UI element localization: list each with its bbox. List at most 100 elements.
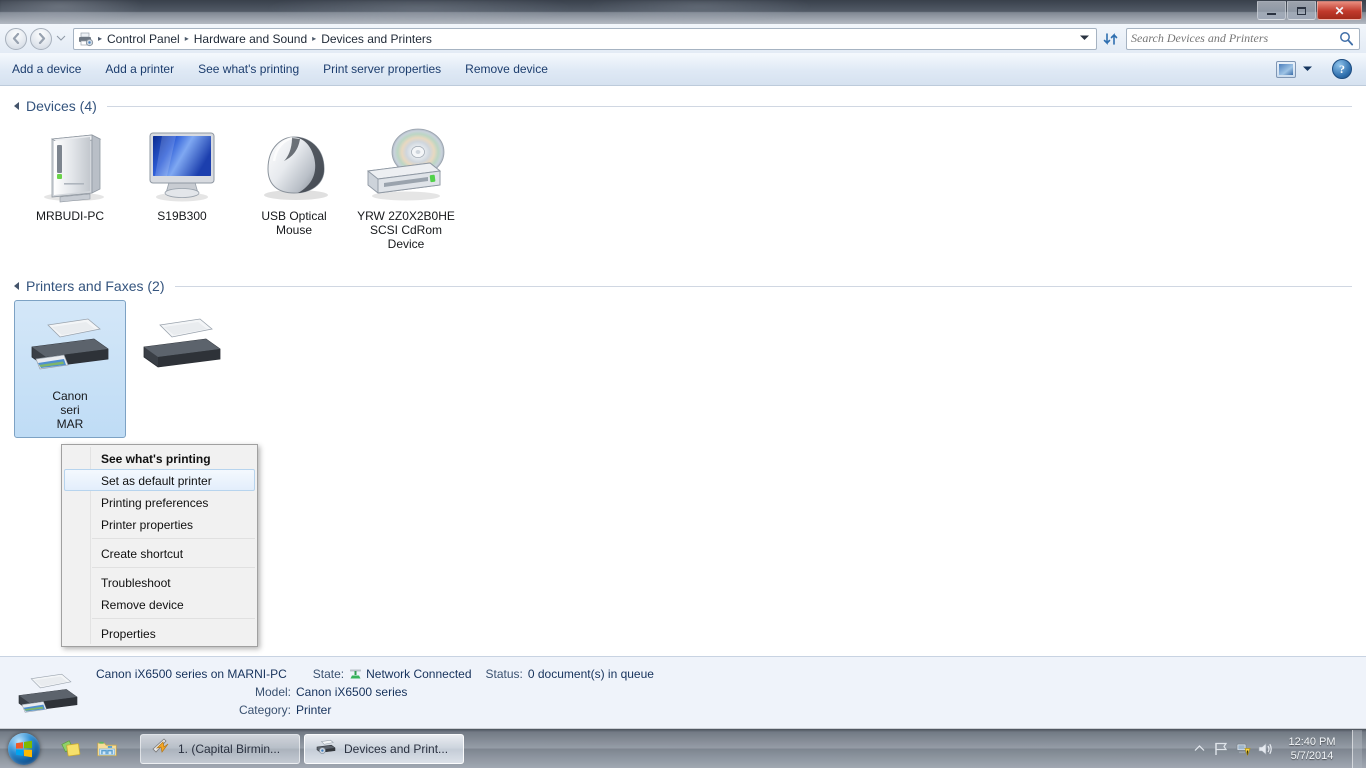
quick-launch (48, 738, 118, 760)
taskbar-task-winamp[interactable]: 1. (Capital Birmin... (140, 733, 300, 764)
context-menu-item-printing-preferences[interactable]: Printing preferences (64, 491, 255, 513)
context-menu-separator (92, 538, 255, 539)
refresh-button[interactable] (1100, 28, 1122, 50)
clock[interactable]: 12:40 PM 5/7/2014 (1276, 735, 1348, 763)
navigation-bar: ▸ Control Panel ▸ Hardware and Sound ▸ D… (0, 24, 1366, 53)
show-desktop-button[interactable] (1352, 729, 1362, 768)
show-hidden-icons-button[interactable] (1188, 744, 1210, 754)
breadcrumb-devices-and-printers[interactable]: Devices and Printers (318, 31, 435, 47)
see-whats-printing-button[interactable]: See what's printing (186, 57, 311, 81)
device-label: S19B300 (157, 209, 207, 223)
details-line-model: Model: Canon iX6500 series (96, 683, 654, 701)
breadcrumb-hardware-and-sound[interactable]: Hardware and Sound (191, 31, 310, 47)
address-bar-actions (1074, 34, 1094, 43)
context-menu-item-remove-device[interactable]: Remove device (64, 593, 255, 615)
printer-label-line-2: seri (60, 403, 80, 417)
chevron-down-icon (1302, 66, 1312, 71)
back-button[interactable] (5, 27, 27, 50)
close-icon: ✕ (1334, 3, 1345, 18)
view-options-button[interactable] (1298, 64, 1316, 74)
breadcrumb-control-panel[interactable]: Control Panel (104, 31, 183, 47)
collapse-triangle-icon[interactable] (14, 102, 19, 110)
winamp-icon (151, 737, 171, 760)
add-a-device-button[interactable]: Add a device (0, 57, 93, 81)
printer-label: Canon seri MAR (52, 389, 87, 431)
details-status-value: 0 document(s) in queue (527, 667, 654, 681)
details-model-value: Canon iX6500 series (296, 685, 408, 699)
details-category-key: Category: (238, 703, 291, 717)
context-menu-item-printer-properties[interactable]: Printer properties (64, 513, 255, 535)
details-pane: Canon iX6500 series on MARNI-PC State: N… (0, 656, 1366, 728)
refresh-icon (1103, 32, 1118, 45)
printers-group-title: Printers and Faxes (2) (26, 278, 165, 294)
device-tile-mrbudi-pc[interactable]: MRBUDI-PC (14, 120, 126, 258)
context-menu-item-set-as-default-printer[interactable]: Set as default printer (64, 469, 255, 491)
context-menu-item-create-shortcut[interactable]: Create shortcut (64, 542, 255, 564)
remove-device-button[interactable]: Remove device (453, 57, 560, 81)
address-bar[interactable]: ▸ Control Panel ▸ Hardware and Sound ▸ D… (73, 27, 1097, 50)
forward-button[interactable] (30, 27, 52, 50)
minimize-icon (1267, 12, 1276, 15)
search-input[interactable] (1131, 31, 1339, 46)
devices-and-printers-window: ✕ ▸ Control Panel ▸ Hardware and Sound ▸… (0, 0, 1366, 728)
command-bar: Add a device Add a printer See what's pr… (0, 53, 1366, 86)
network-connected-icon (344, 668, 366, 680)
device-tile-usb-optical-mouse[interactable]: USB Optical Mouse (238, 120, 350, 258)
chevron-down-icon (56, 35, 66, 41)
network-warning-icon[interactable] (1232, 738, 1254, 760)
window-title-bar: ✕ (0, 0, 1366, 24)
context-menu-item-troubleshoot[interactable]: Troubleshoot (64, 571, 255, 593)
device-tile-s19b300[interactable]: S19B300 (126, 120, 238, 258)
windows-explorer-icon[interactable] (96, 738, 118, 760)
printer-icon (315, 738, 337, 759)
details-info: Canon iX6500 series on MARNI-PC State: N… (96, 657, 654, 719)
action-center-flag-icon[interactable] (1210, 738, 1232, 760)
details-line-state: Canon iX6500 series on MARNI-PC State: N… (96, 665, 654, 683)
maximize-button[interactable] (1287, 1, 1316, 20)
print-server-properties-button[interactable]: Print server properties (311, 57, 453, 81)
chevron-down-icon (1079, 35, 1089, 40)
context-menu-item-properties[interactable]: Properties (64, 622, 255, 644)
details-state-key: State: (312, 667, 345, 681)
context-menu-item-see-whats-printing[interactable]: See what's printing (64, 447, 255, 469)
device-tile-cdrom[interactable]: YRW 2Z0X2B0HE SCSI CdRom Device (350, 120, 462, 258)
group-rule (174, 285, 1352, 287)
details-model-key: Model: (254, 685, 291, 699)
address-dropdown-button[interactable] (1074, 34, 1094, 43)
mouse-icon (248, 127, 340, 203)
add-a-printer-button[interactable]: Add a printer (93, 57, 186, 81)
breadcrumb: ▸ Control Panel ▸ Hardware and Sound ▸ D… (96, 31, 1074, 47)
command-bar-right: ? (1276, 59, 1366, 79)
minimize-button[interactable] (1257, 1, 1286, 20)
group-rule (106, 105, 1352, 107)
cdrom-drive-icon (356, 127, 456, 203)
context-menu-separator (92, 567, 255, 568)
search-box[interactable] (1126, 27, 1360, 50)
taskbar-task-devices-and-printers[interactable]: Devices and Print... (304, 733, 464, 764)
clock-date: 5/7/2014 (1290, 749, 1334, 762)
breadcrumb-separator: ▸ (184, 34, 189, 43)
printer-tile-second[interactable] (126, 300, 238, 438)
collapse-triangle-icon[interactable] (14, 282, 19, 290)
printer-icon (22, 307, 118, 383)
content-pane: Devices (4) MRBUDI-PC S19B300 USB Optica… (0, 86, 1366, 656)
device-label: YRW 2Z0X2B0HE SCSI CdRom Device (357, 209, 455, 251)
system-tray: 12:40 PM 5/7/2014 (1188, 729, 1366, 768)
help-button[interactable]: ? (1332, 59, 1352, 79)
device-label: MRBUDI-PC (36, 209, 104, 223)
device-label: USB Optical Mouse (261, 209, 327, 237)
chevron-up-icon (1194, 744, 1204, 751)
media-gallery-icon[interactable] (60, 738, 82, 760)
volume-icon[interactable] (1254, 738, 1276, 760)
close-button[interactable]: ✕ (1317, 1, 1362, 20)
printer-context-menu: See what's printing Set as default print… (61, 444, 258, 647)
start-button[interactable] (0, 730, 48, 768)
printer-tile-canon-ix6500[interactable]: Canon seri MAR (14, 300, 126, 438)
forward-arrow-icon (38, 33, 45, 44)
recent-pages-button[interactable] (54, 34, 68, 43)
preview-pane-icon[interactable] (1276, 60, 1296, 78)
printers-group-header: Printers and Faxes (2) (0, 278, 1366, 294)
devices-tile-row: MRBUDI-PC S19B300 USB Optical Mouse YRW … (0, 120, 1366, 258)
details-state-value: Network Connected (366, 667, 472, 681)
window-controls: ✕ (1257, 1, 1362, 20)
